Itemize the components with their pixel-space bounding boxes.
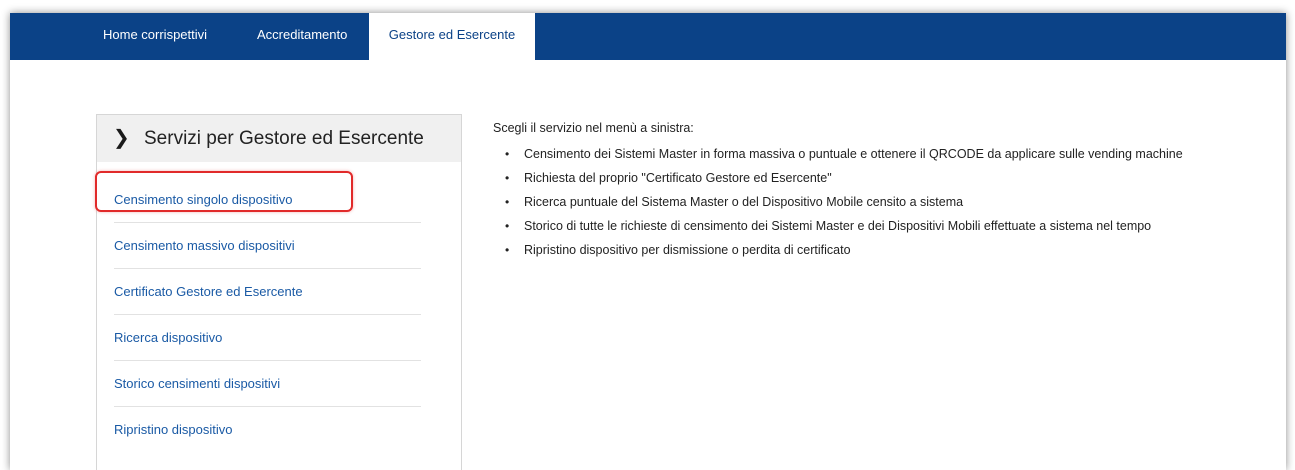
tab-gestore-ed-esercente[interactable]: Gestore ed Esercente — [369, 13, 535, 60]
sidebar-title: Servizi per Gestore ed Esercente — [144, 128, 424, 149]
list-item: • Storico di tutte le richieste di censim… — [493, 217, 1283, 241]
bullet-icon: • — [505, 219, 510, 233]
top-navigation: Home corrispettivi Accreditamento Gestor… — [10, 13, 1286, 60]
list-item-text: Ripristino dispositivo per dismissione o… — [524, 243, 851, 257]
main-content: Scegli il servizio nel menù a sinistra: … — [493, 121, 1283, 265]
tab-home-corrispettivi[interactable]: Home corrispettivi — [103, 13, 207, 60]
sidebar-item-ripristino[interactable]: Ripristino dispositivo — [114, 407, 421, 452]
sidebar-item-ricerca[interactable]: Ricerca dispositivo — [114, 315, 421, 361]
bullet-icon: • — [505, 171, 510, 185]
list-item: • Ripristino dispositivo per dismissione … — [493, 241, 1283, 265]
services-sidebar: ❯ Servizi per Gestore ed Esercente Censi… — [96, 114, 462, 470]
list-item-text: Ricerca puntuale del Sistema Master o de… — [524, 195, 964, 209]
sidebar-item-censimento-singolo[interactable]: Censimento singolo dispositivo — [114, 177, 421, 223]
chevron-right-icon: ❯ — [113, 125, 130, 149]
tab-accreditamento[interactable]: Accreditamento — [257, 13, 347, 60]
list-item-text: Storico di tutte le richieste di censime… — [524, 219, 1152, 233]
bullet-icon: • — [505, 147, 510, 161]
list-item-text: Richiesta del proprio "Certificato Gesto… — [524, 171, 832, 185]
intro-text: Scegli il servizio nel menù a sinistra: — [493, 121, 694, 135]
services-list: • Censimento dei Sistemi Master in forma … — [493, 145, 1283, 265]
list-item: • Censimento dei Sistemi Master in forma … — [493, 145, 1283, 169]
sidebar-item-certificato[interactable]: Certificato Gestore ed Esercente — [114, 269, 421, 315]
list-item: • Richiesta del proprio "Certificato Gest… — [493, 169, 1283, 193]
app-window: Home corrispettivi Accreditamento Gestor… — [10, 13, 1286, 470]
sidebar-item-censimento-massivo[interactable]: Censimento massivo dispositivi — [114, 223, 421, 269]
list-item-text: Censimento dei Sistemi Master in forma m… — [524, 147, 1183, 161]
bullet-icon: • — [505, 243, 510, 257]
bullet-icon: • — [505, 195, 510, 209]
sidebar-header: ❯ Servizi per Gestore ed Esercente — [97, 115, 461, 162]
sidebar-item-storico[interactable]: Storico censimenti dispositivi — [114, 361, 421, 407]
list-item: • Ricerca puntuale del Sistema Master o d… — [493, 193, 1283, 217]
